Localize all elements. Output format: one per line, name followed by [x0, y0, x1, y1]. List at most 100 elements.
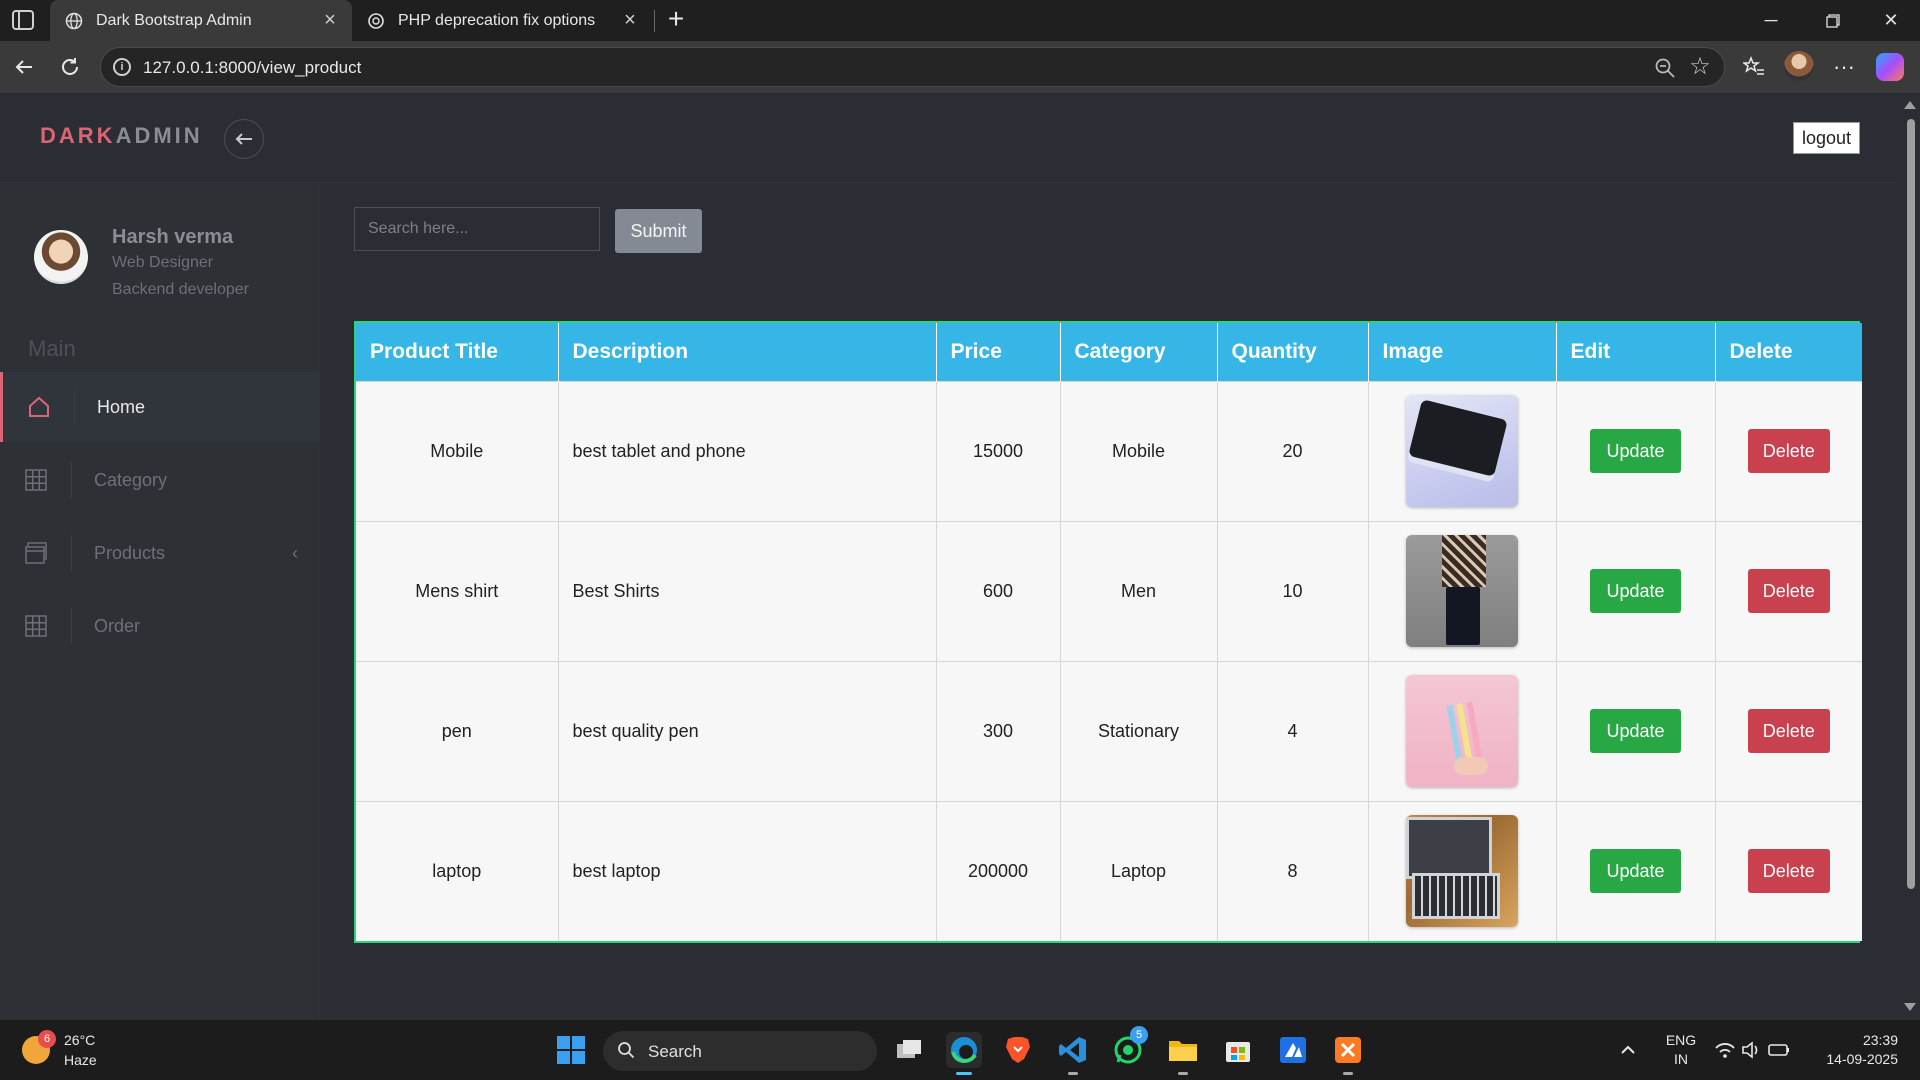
sidebar-toggle-button[interactable]: [224, 119, 264, 159]
taskbar: 6 26°C Haze Search 5 ENG IN 23:39 14-09-…: [0, 1019, 1920, 1080]
xampp-icon[interactable]: [1330, 1032, 1366, 1075]
more-menu-icon[interactable]: ···: [1828, 51, 1860, 83]
restore-button[interactable]: [1804, 0, 1862, 41]
zoom-out-icon[interactable]: [1654, 57, 1676, 79]
edit-cell: Update: [1556, 800, 1716, 941]
column-header: Image: [1368, 323, 1557, 381]
edge-browser-icon[interactable]: [946, 1032, 982, 1075]
page-scrollbar[interactable]: [1900, 93, 1920, 1019]
delete-cell: Delete: [1715, 520, 1862, 661]
chevron-left-icon[interactable]: ‹: [292, 543, 298, 564]
column-header: Edit: [1556, 323, 1716, 381]
temperature: 26°C: [64, 1032, 96, 1048]
grid-icon: [0, 608, 72, 644]
sidebar-item-label: Order: [94, 615, 141, 636]
product-description: best tablet and phone: [558, 380, 937, 521]
minimize-button[interactable]: ─: [1742, 0, 1800, 41]
update-button[interactable]: Update: [1590, 429, 1681, 473]
tab-php-deprecation[interactable]: PHP deprecation fix options ×: [352, 0, 652, 41]
delete-button[interactable]: Delete: [1747, 709, 1830, 753]
back-arrow-icon[interactable]: [8, 51, 40, 83]
sidebar-item-order[interactable]: Order: [0, 591, 320, 661]
delete-button[interactable]: Delete: [1747, 569, 1830, 613]
task-view-icon[interactable]: [891, 1032, 927, 1068]
favorite-star-icon[interactable]: ☆: [1688, 55, 1712, 79]
update-button[interactable]: Update: [1590, 709, 1681, 753]
product-title: Mens shirt: [356, 520, 559, 661]
update-button[interactable]: Update: [1590, 849, 1681, 894]
delete-cell: Delete: [1715, 380, 1862, 521]
sidebar-item-products[interactable]: Products ‹: [0, 518, 320, 588]
system-tray-icons[interactable]: [1712, 1032, 1792, 1068]
info-icon[interactable]: i: [113, 58, 131, 76]
tab-actions-icon[interactable]: [12, 10, 34, 30]
profile-avatar[interactable]: [1784, 51, 1814, 81]
close-window-button[interactable]: ✕: [1862, 0, 1920, 41]
table-row: laptop best laptop 200000 Laptop 8 Updat…: [356, 800, 1862, 941]
active-indicator: [956, 1072, 972, 1075]
product-table: Product Title Description Price Category…: [354, 321, 1862, 943]
scrollbar-thumb[interactable]: [1907, 119, 1915, 889]
sidebar-item-label: Home: [97, 396, 146, 417]
search-input[interactable]: [354, 207, 600, 251]
clock[interactable]: 23:39 14-09-2025: [1808, 1032, 1898, 1067]
weather-condition: Haze: [64, 1052, 97, 1068]
globe-icon: [64, 11, 84, 31]
reload-icon[interactable]: [54, 51, 86, 83]
tab-title: PHP deprecation fix options: [398, 11, 596, 29]
delete-cell: Delete: [1715, 660, 1862, 801]
windows-start-icon[interactable]: [553, 1032, 589, 1068]
product-quantity: 10: [1217, 520, 1369, 661]
address-bar[interactable]: i 127.0.0.1:8000/view_product ☆: [100, 47, 1725, 87]
window-icon: [0, 535, 72, 571]
product-image-cell: [1368, 520, 1557, 661]
close-icon[interactable]: ×: [618, 9, 642, 33]
avatar: [34, 230, 88, 284]
sidebar-item-home[interactable]: Home: [0, 372, 320, 442]
chevron-up-icon[interactable]: [1614, 1032, 1642, 1068]
browser-toolbar: i 127.0.0.1:8000/view_product ☆ ···: [0, 41, 1920, 93]
app-icon[interactable]: [1275, 1032, 1311, 1068]
tab-title: Dark Bootstrap Admin: [96, 11, 252, 29]
taskbar-search[interactable]: Search: [603, 1031, 877, 1071]
language-indicator[interactable]: ENG IN: [1664, 1032, 1698, 1067]
copilot-icon[interactable]: [1876, 53, 1904, 81]
product-image-cell: [1368, 380, 1557, 521]
delete-button[interactable]: Delete: [1747, 849, 1830, 894]
submit-button[interactable]: Submit: [615, 209, 702, 253]
new-tab-button[interactable]: +: [662, 5, 690, 34]
search-label: Search: [648, 1042, 702, 1061]
logout-button[interactable]: logout: [1793, 122, 1860, 154]
product-quantity: 20: [1217, 380, 1369, 521]
favorites-icon[interactable]: [1738, 51, 1770, 83]
table-header-row: Product Title Description Price Category…: [356, 323, 1862, 381]
search-icon: [617, 1041, 635, 1059]
brand-logo[interactable]: DARKADMIN: [40, 123, 203, 149]
delete-button[interactable]: Delete: [1747, 429, 1830, 473]
whatsapp-icon[interactable]: 5: [1110, 1026, 1148, 1068]
weather-widget[interactable]: 6 26°C Haze: [22, 1030, 132, 1070]
scroll-down-arrow[interactable]: [1904, 1003, 1916, 1011]
close-icon[interactable]: ×: [318, 9, 342, 33]
brave-browser-icon[interactable]: [1000, 1032, 1036, 1068]
update-button[interactable]: Update: [1590, 569, 1681, 613]
microsoft-store-icon[interactable]: [1220, 1032, 1256, 1068]
time: 23:39: [1862, 1032, 1898, 1048]
date: 14-09-2025: [1826, 1051, 1898, 1067]
grid-icon: [0, 462, 72, 498]
sidebar: Harsh verma Web Designer Backend develop…: [0, 184, 320, 1019]
edit-cell: Update: [1556, 380, 1716, 521]
sidebar-item-category[interactable]: Category: [0, 445, 320, 515]
product-image-cell: [1368, 660, 1557, 801]
page-viewport: DARKADMIN logout Harsh verma Web Designe…: [0, 93, 1920, 1019]
column-header: Category: [1060, 323, 1218, 381]
admin-topbar: DARKADMIN logout: [0, 93, 1900, 183]
product-price: 600: [936, 520, 1061, 661]
product-quantity: 4: [1217, 660, 1369, 801]
tab-separator: [654, 10, 655, 32]
tab-dark-bootstrap-admin[interactable]: Dark Bootstrap Admin ×: [50, 0, 352, 41]
product-title: pen: [356, 660, 559, 801]
file-explorer-icon[interactable]: [1165, 1032, 1201, 1075]
scroll-up-arrow[interactable]: [1904, 101, 1916, 109]
vscode-icon[interactable]: [1055, 1032, 1091, 1075]
